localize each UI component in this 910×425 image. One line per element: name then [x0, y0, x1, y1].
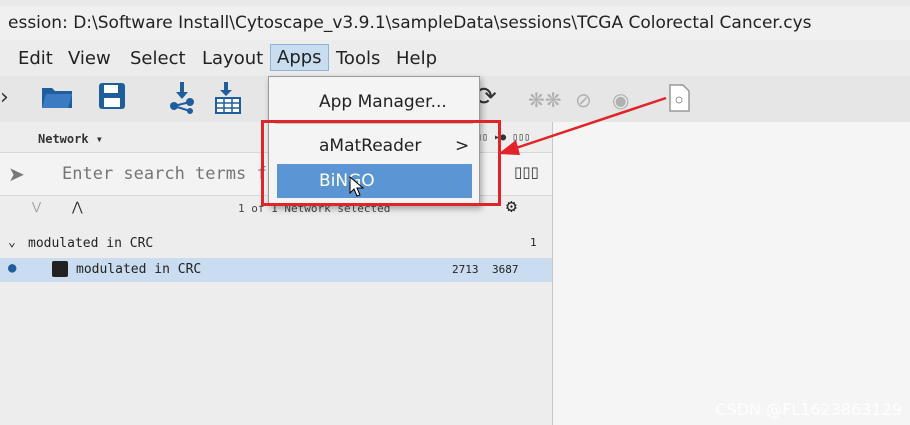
annotation-arrow: [498, 96, 667, 155]
screen: ession: D:\Software Install\Cytoscape_v3…: [0, 0, 910, 425]
watermark: CSDN @FL1623863129: [715, 400, 902, 419]
